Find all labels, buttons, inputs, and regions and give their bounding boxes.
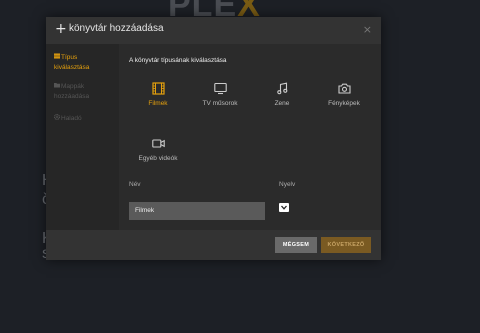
language-select[interactable]: [279, 203, 289, 212]
type-music[interactable]: Zene: [252, 82, 312, 107]
sidebar-item-add-folders[interactable]: Mappák hozzáadása: [54, 82, 89, 101]
film-icon: [151, 82, 165, 95]
sidebar-item-label: hozzáadása: [54, 93, 90, 100]
sidebar-item-select-type[interactable]: Típus kiválasztása: [54, 53, 89, 72]
section-heading: A könyvtár típusának kiválasztása: [129, 57, 227, 64]
wizard-content: A könyvtár típusának kiválasztása Filmek…: [119, 44, 381, 230]
type-label: Zene: [274, 100, 290, 107]
type-label: TV műsorok: [202, 100, 238, 107]
type-label: Filmek: [148, 100, 168, 107]
sidebar-item-label: Típus: [61, 54, 78, 61]
add-library-dialog: + könyvtár hozzáadása × Típus kiválasztá…: [46, 17, 381, 260]
music-icon: [276, 82, 287, 95]
sidebar-item-label: Haladó: [61, 115, 82, 122]
type-other-videos[interactable]: Egyéb videók: [128, 137, 188, 162]
name-label: Név: [129, 181, 141, 188]
chevron-down-icon: [281, 205, 287, 210]
tv-icon: [213, 82, 227, 95]
type-tv-shows[interactable]: TV műsorok: [190, 82, 250, 107]
video-camera-icon: [151, 139, 165, 148]
dialog-footer: MÉGSEM KÖVETKEZŐ: [46, 230, 381, 260]
cancel-button[interactable]: MÉGSEM: [275, 237, 317, 253]
type-label: Egyéb videók: [138, 155, 178, 162]
plus-icon: +: [55, 21, 67, 37]
dialog-title: könyvtár hozzáadása: [69, 23, 164, 34]
sidebar-item-label: kiválasztása: [54, 64, 90, 71]
type-photos[interactable]: Fényképek: [314, 82, 374, 107]
gear-icon: [53, 113, 61, 124]
folder-icon: [54, 82, 61, 92]
type-label: Fényképek: [328, 100, 360, 107]
library-name-input[interactable]: Filmek: [129, 202, 265, 220]
camera-icon: [337, 83, 351, 94]
library-name-value: Filmek: [135, 207, 155, 214]
sidebar-item-label: Mappák: [61, 83, 85, 90]
type-movies[interactable]: Filmek: [128, 82, 188, 107]
dialog-header: + könyvtár hozzáadása ×: [46, 17, 381, 44]
language-label: Nyelv: [279, 181, 296, 188]
close-icon[interactable]: ×: [363, 23, 372, 36]
wizard-sidebar: Típus kiválasztása Mappák hozzáadása Hal…: [46, 44, 119, 230]
library-icon: [54, 53, 61, 63]
next-button[interactable]: KÖVETKEZŐ: [321, 237, 371, 253]
sidebar-item-advanced[interactable]: Haladó: [53, 113, 82, 124]
